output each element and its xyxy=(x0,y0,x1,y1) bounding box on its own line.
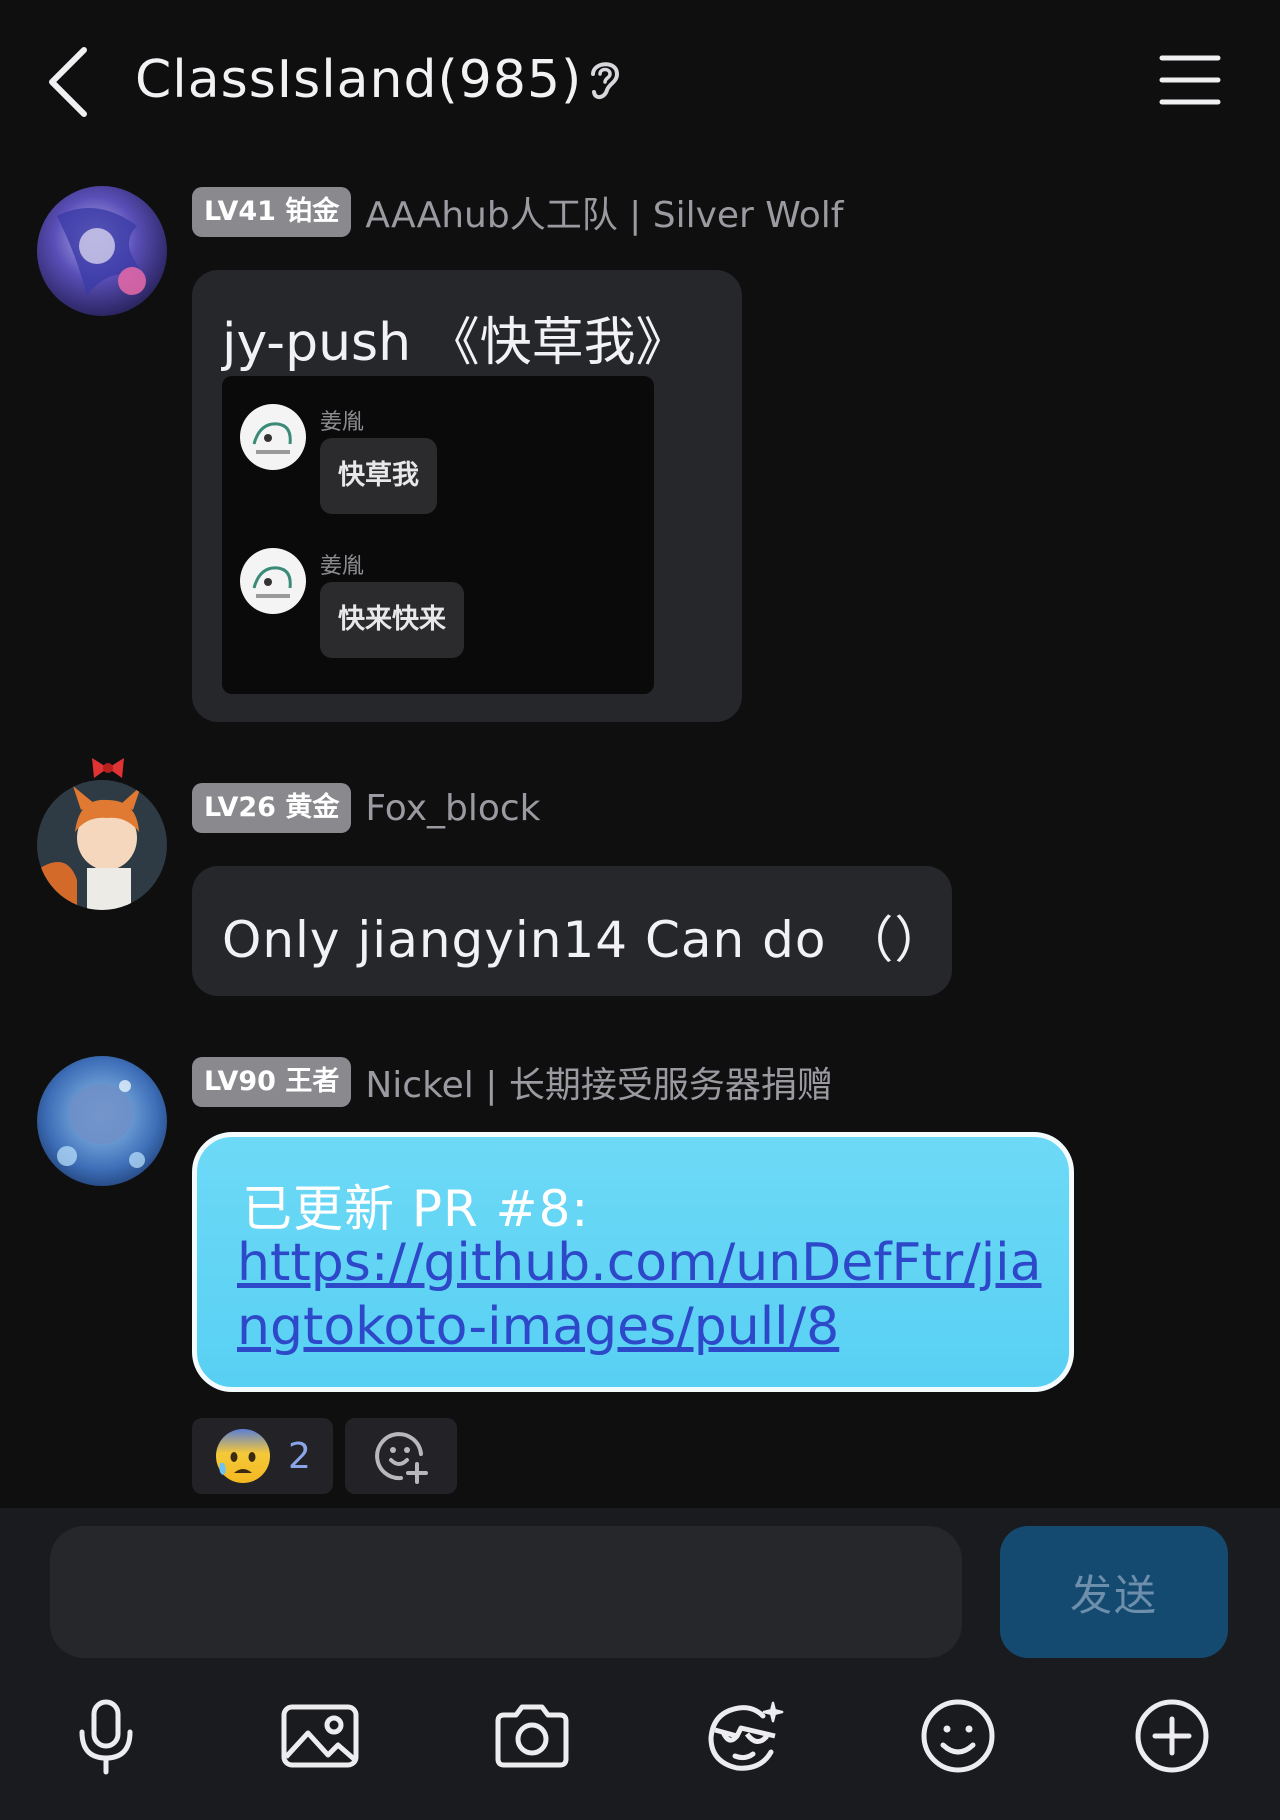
chat-header: ClassIsland(985) xyxy=(0,0,1280,165)
pr-link[interactable]: https://github.com/unDefFtr/jiangtokoto-… xyxy=(237,1231,1057,1359)
level-badge: LV26 黄金 xyxy=(192,783,352,833)
quoted-screenshot[interactable]: 姜胤 快草我 姜胤 快来快来 xyxy=(222,376,654,694)
sticker-face-icon xyxy=(708,1701,784,1771)
message-meta: LV90 王者 Nickel | 长期接受服务器捐赠 xyxy=(192,1056,833,1108)
reaction-count: 2 xyxy=(288,1435,311,1477)
avatar[interactable] xyxy=(37,1056,167,1186)
ear-icon[interactable] xyxy=(585,56,625,104)
quoted-message: 快草我 xyxy=(320,438,437,514)
sticker-button[interactable] xyxy=(696,1688,792,1784)
image-icon xyxy=(281,1704,359,1768)
level-badge: LV90 王者 xyxy=(192,1057,352,1107)
plus-circle-icon xyxy=(1135,1699,1209,1773)
hamburger-menu-icon xyxy=(1159,55,1221,105)
image-button[interactable] xyxy=(272,1688,368,1784)
chat-title: ClassIsland(985) xyxy=(135,50,583,110)
more-button[interactable] xyxy=(1124,1688,1220,1784)
anxious-sweat-face-icon xyxy=(216,1429,270,1483)
message-bubble[interactable]: jy-push 《快草我》 姜胤 快草我 姜胤 快来快来 xyxy=(192,270,742,722)
username[interactable]: Fox_block xyxy=(365,788,540,829)
smiley-icon xyxy=(921,1699,995,1773)
input-bar: 发送 xyxy=(0,1508,1280,1820)
quoted-message: 快来快来 xyxy=(320,582,464,658)
reactions-row: 2 xyxy=(192,1418,457,1494)
quoted-sender-name: 姜胤 xyxy=(320,554,365,579)
username[interactable]: AAAhub人工队 | Silver Wolf xyxy=(365,186,843,238)
level-badge: LV41 铂金 xyxy=(192,187,352,237)
quoted-sender-name: 姜胤 xyxy=(320,410,365,435)
message-text: Only jiangyin14 Can do （） xyxy=(222,911,946,969)
username[interactable]: Nickel | 长期接受服务器捐赠 xyxy=(365,1056,832,1108)
reaction-chip[interactable]: 2 xyxy=(192,1418,333,1494)
message-meta: LV41 铂金 AAAhub人工队 | Silver Wolf xyxy=(192,186,844,238)
message-text: jy-push 《快草我》 xyxy=(222,313,688,373)
quoted-avatar xyxy=(240,404,306,470)
avatar[interactable] xyxy=(37,186,167,316)
menu-button[interactable] xyxy=(1158,52,1222,108)
camera-icon xyxy=(495,1704,569,1768)
emoji-button[interactable] xyxy=(910,1688,1006,1784)
message-bubble[interactable]: 已更新 PR #8: https://github.com/unDefFtr/j… xyxy=(192,1132,1074,1392)
camera-button[interactable] xyxy=(484,1688,580,1784)
microphone-icon xyxy=(79,1699,133,1775)
message-input[interactable] xyxy=(50,1526,962,1658)
message-bubble[interactable]: Only jiangyin14 Can do （） xyxy=(192,866,952,996)
add-reaction-button[interactable] xyxy=(344,1418,457,1494)
back-button[interactable] xyxy=(42,42,102,122)
message-meta: LV26 黄金 Fox_block xyxy=(192,782,541,834)
send-button[interactable]: 发送 xyxy=(1000,1526,1228,1658)
avatar[interactable] xyxy=(37,780,167,910)
voice-button[interactable] xyxy=(58,1688,154,1784)
chevron-left-icon xyxy=(49,47,87,117)
quoted-avatar xyxy=(240,548,306,614)
add-emoji-icon xyxy=(375,1432,428,1484)
